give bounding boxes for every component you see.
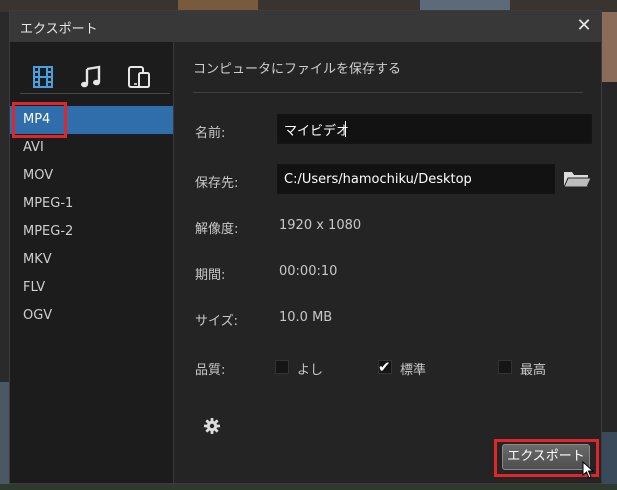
export-button[interactable]: エクスポート <box>502 444 590 470</box>
resolution-label: 解像度: <box>195 222 239 237</box>
format-item-mov[interactable]: MOV <box>10 162 173 190</box>
name-field[interactable] <box>277 114 592 144</box>
destination-label: 保存先: <box>195 176 239 191</box>
export-settings-panel: コンピュータにファイルを保存する 名前: 保存先: 解像度: 1920 x 10… <box>175 42 601 483</box>
format-sidebar: MP4 AVI MOV MPEG-1 MPEG-2 MKV FLV OGV <box>10 42 174 483</box>
music-note-icon[interactable] <box>78 64 104 90</box>
dialog-title: エクスポート <box>20 22 98 37</box>
format-item-avi[interactable]: AVI <box>10 134 173 162</box>
resolution-value: 1920 x 1080 <box>279 218 362 233</box>
size-label: サイズ: <box>195 314 238 329</box>
format-item-mpeg2[interactable]: MPEG-2 <box>10 218 173 246</box>
quality-option-label: 標準 <box>400 363 427 378</box>
divider <box>193 92 583 93</box>
format-item-flv[interactable]: FLV <box>10 274 173 302</box>
section-title: コンピュータにファイルを保存する <box>193 62 402 77</box>
duration-value: 00:00:10 <box>279 264 338 279</box>
output-type-tabs <box>20 54 170 94</box>
devices-icon[interactable] <box>126 64 152 90</box>
export-dialog: エクスポート ✕ MP4 AVI MOV MPEG-1 MPEG-2 MKV F… <box>9 10 602 484</box>
quality-option-label: よし <box>297 363 324 378</box>
text-caret <box>345 121 346 137</box>
format-item-mpeg1[interactable]: MPEG-1 <box>10 190 173 218</box>
checkbox[interactable] <box>275 360 289 374</box>
background-app-left <box>0 12 9 490</box>
format-item-mp4[interactable]: MP4 <box>10 106 173 134</box>
format-item-mkv[interactable]: MKV <box>10 246 173 274</box>
quality-option-label: 最高 <box>520 363 547 378</box>
close-button[interactable]: ✕ <box>573 15 595 37</box>
folder-icon[interactable] <box>562 167 592 191</box>
size-value: 10.0 MB <box>279 310 333 325</box>
mouse-cursor-icon <box>582 460 596 479</box>
checkmark-icon: ✔ <box>378 358 391 376</box>
name-label: 名前: <box>195 126 226 141</box>
duration-label: 期間: <box>195 268 226 283</box>
film-icon[interactable] <box>30 64 56 90</box>
gear-icon[interactable] <box>203 417 221 435</box>
background-app-bottom <box>0 484 617 490</box>
dialog-titlebar: エクスポート ✕ <box>10 11 601 42</box>
format-list: MP4 AVI MOV MPEG-1 MPEG-2 MKV FLV OGV <box>10 106 173 330</box>
background-app-right <box>602 12 617 490</box>
destination-field[interactable] <box>277 164 555 194</box>
checkbox[interactable] <box>498 360 512 374</box>
checkbox-checked[interactable]: ✔ <box>378 358 392 376</box>
quality-label: 品質: <box>195 363 226 378</box>
format-item-ogv[interactable]: OGV <box>10 302 173 330</box>
